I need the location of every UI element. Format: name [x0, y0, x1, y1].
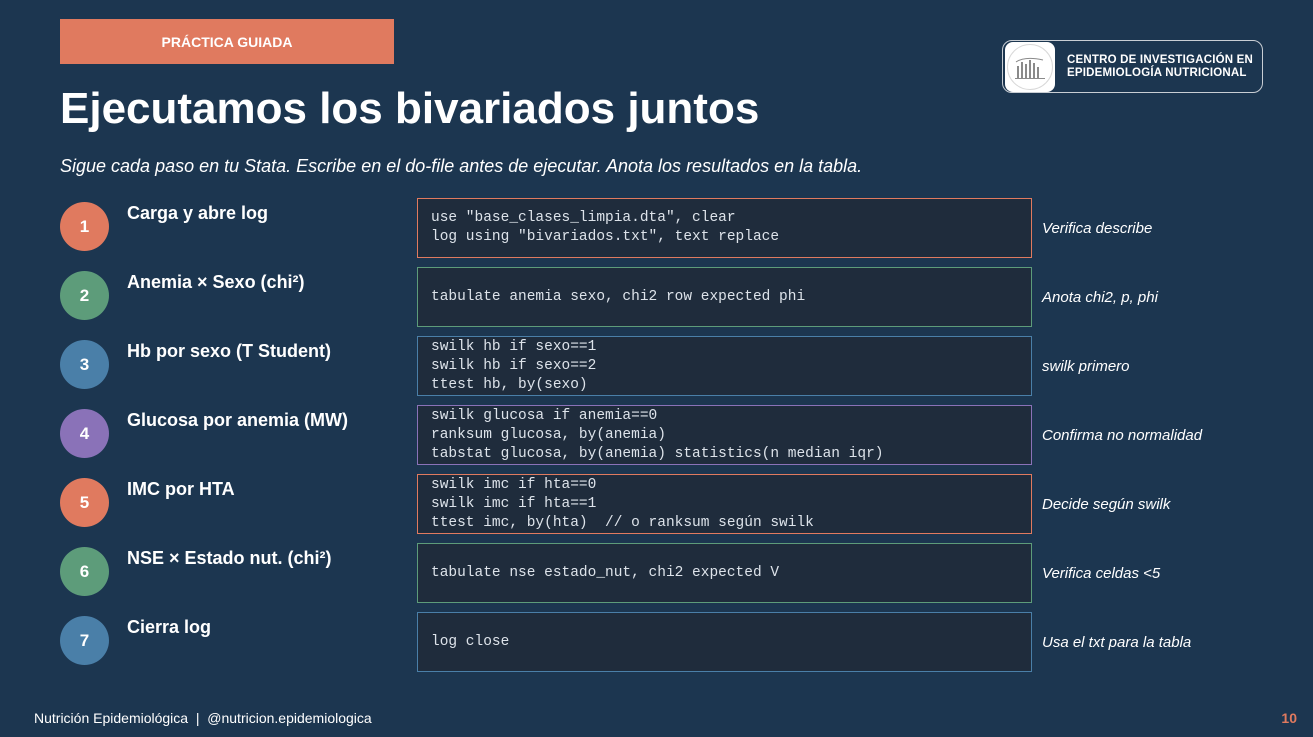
logo-line-2: EPIDEMIOLOGÍA NUTRICIONAL	[1067, 66, 1247, 79]
step-number-badge: 3	[60, 340, 109, 389]
code-line: log using "bivariados.txt", text replace	[431, 229, 780, 245]
code-block: log close	[417, 612, 1032, 672]
step-note: Verifica celdas <5	[1042, 564, 1161, 582]
logo-line-1: CENTRO DE INVESTIGACIÓN EN	[1067, 53, 1254, 66]
step-row: 5 IMC por HTA swilk imc if hta==0 swilk imc…	[0, 474, 1313, 534]
step-note: Confirma no normalidad	[1042, 426, 1203, 444]
institution-logo: CENTRO DE INVESTIGACIÓN EN EPIDEMIOLOGÍA…	[1002, 40, 1263, 93]
step-label: Carga y abre log	[127, 203, 269, 223]
logo-mark	[1005, 41, 1055, 92]
code-block: swilk imc if hta==0 swilk imc if hta==1 tt…	[417, 474, 1032, 534]
step-row: 6 NSE × Estado nut. (chi²) tabulate nse es…	[0, 543, 1313, 603]
code-line: swilk imc if hta==1	[431, 495, 597, 512]
step-row: 4 Glucosa por anemia (MW) swilk glucosa if…	[0, 405, 1313, 465]
code-line: swilk hb if sexo==2	[431, 357, 597, 374]
step-number-badge: 4	[60, 409, 109, 458]
step-label: Hb por sexo (T Student)	[127, 341, 331, 361]
code-line: tabulate anemia sexo, chi2 row expected …	[431, 288, 806, 305]
step-note: Usa el txt para la tabla	[1042, 633, 1192, 651]
step-row: 1 Carga y abre log use "base_clases_limpia…	[0, 198, 1313, 258]
step-label: IMC por HTA	[127, 479, 235, 499]
step-label: Anemia × Sexo (chi²)	[127, 272, 305, 292]
step-row: 2 Anemia × Sexo (chi²) tabulate anemia sex…	[0, 267, 1313, 327]
code-block: tabulate nse estado_nut, chi2 expected V	[417, 543, 1032, 603]
code-line: log close	[431, 633, 510, 650]
bar-chart-icon	[1015, 57, 1045, 79]
step-number-badge: 6	[60, 547, 109, 596]
code-line: swilk hb if sexo==1	[431, 338, 597, 355]
code-line: ttest imc, by(hta) // o ranksum según sw…	[431, 514, 814, 531]
code-block: tabulate anemia sexo, chi2 row expected …	[417, 267, 1032, 327]
step-number-badge: 1	[60, 202, 109, 251]
code-line: ttest hb, by(sexo)	[431, 376, 588, 393]
step-row: 3 Hb por sexo (T Student) swilk hb if sexo…	[0, 336, 1313, 396]
code-line: ranksum glucosa, by(anemia)	[431, 426, 666, 443]
code-line: tabulate nse estado_nut, chi2 expected V	[431, 564, 780, 581]
code-line: swilk glucosa if anemia==0	[431, 407, 658, 424]
code-block: use "base_clases_limpia.dta", clear log u…	[417, 198, 1032, 258]
page-number: 10	[1281, 710, 1297, 726]
step-note: Anota chi2, p, phi	[1042, 288, 1158, 306]
step-number-badge: 7	[60, 616, 109, 665]
step-label: Cierra log	[127, 617, 212, 637]
code-line: use "base_clases_limpia.dta", clear	[431, 210, 736, 226]
footer-text: Nutrición Epidemiológica | @nutricion.ep…	[34, 710, 372, 726]
section-badge: PRÁCTICA GUIADA	[60, 19, 394, 64]
step-note: Verifica describe	[1042, 219, 1153, 237]
step-note: Decide según swilk	[1042, 495, 1171, 513]
step-note: swilk primero	[1042, 357, 1130, 375]
code-block: swilk glucosa if anemia==0 ranksum glucos…	[417, 405, 1032, 465]
page-title: Ejecutamos los bivariados juntos	[60, 84, 760, 133]
step-label: NSE × Estado nut. (chi²)	[127, 548, 332, 568]
page-subtitle: Sigue cada paso en tu Stata. Escribe en …	[60, 156, 863, 176]
step-number-badge: 2	[60, 271, 109, 320]
step-row: 7 Cierra log log close Usa el txt para la t…	[0, 612, 1313, 672]
code-block: swilk hb if sexo==1 swilk hb if sexo==2 tt…	[417, 336, 1032, 396]
step-number-badge: 5	[60, 478, 109, 527]
step-label: Glucosa por anemia (MW)	[127, 410, 349, 430]
code-line: tabstat glucosa, by(anemia) statistics(n…	[431, 445, 884, 462]
code-line: swilk imc if hta==0	[431, 476, 597, 493]
